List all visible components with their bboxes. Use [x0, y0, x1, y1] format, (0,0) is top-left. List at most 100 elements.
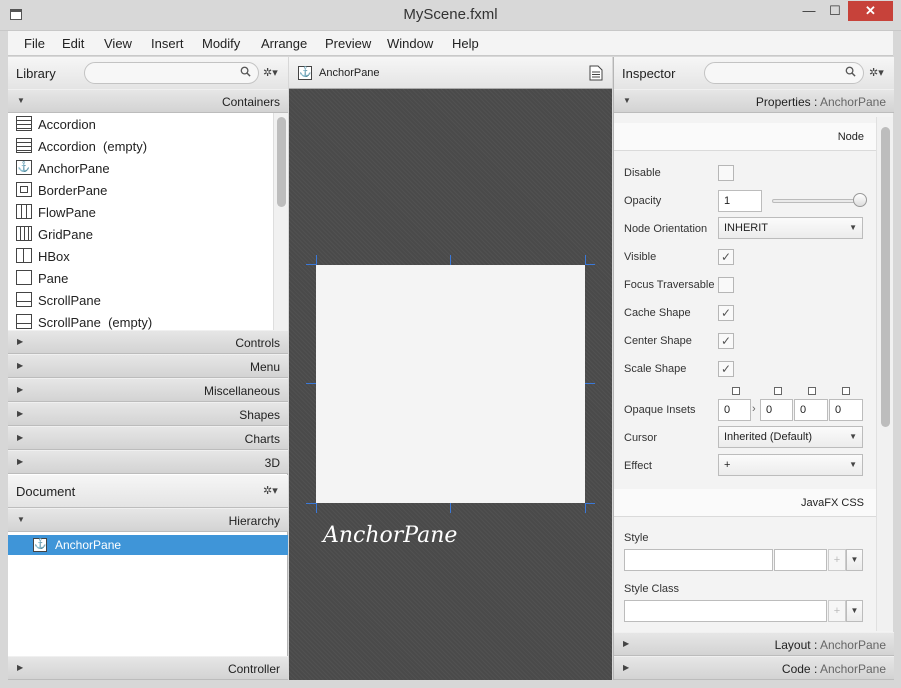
selection-handle[interactable]	[306, 264, 316, 265]
menu-window[interactable]: Window	[387, 36, 433, 51]
library-item-hbox[interactable]: HBox	[8, 245, 273, 267]
inspector-section-code[interactable]: ▶ Code : AnchorPane	[614, 656, 894, 680]
inset-link-icon[interactable]	[808, 387, 816, 395]
menu-insert[interactable]: Insert	[151, 36, 184, 51]
library-section-3d[interactable]: ▶ 3D	[8, 450, 288, 474]
center-shape-checkbox[interactable]: ✓	[718, 333, 734, 349]
inspector-search-input[interactable]	[704, 62, 864, 84]
scrollbar-thumb[interactable]	[277, 117, 286, 207]
minimize-button[interactable]: —	[796, 1, 822, 21]
inset-top-field[interactable]: 0	[718, 399, 751, 421]
selection-handle[interactable]	[306, 503, 316, 504]
inspector-gear-icon[interactable]: ✲▾	[869, 66, 884, 79]
library-item-borderpane[interactable]: BorderPane	[8, 179, 273, 201]
inspector-section-layout[interactable]: ▶ Layout : AnchorPane	[614, 632, 894, 656]
library-section-shapes[interactable]: ▶ Shapes	[8, 402, 288, 426]
disable-checkbox[interactable]	[718, 165, 734, 181]
library-scrollbar[interactable]	[273, 113, 288, 330]
node-subsection-header: Node	[614, 123, 876, 151]
maximize-button[interactable]: ☐	[822, 1, 848, 21]
menu-help[interactable]: Help	[452, 36, 479, 51]
menu-view[interactable]: View	[104, 36, 132, 51]
library-section-miscellaneous[interactable]: ▶ Miscellaneous	[8, 378, 288, 402]
cache-shape-checkbox[interactable]: ✓	[718, 305, 734, 321]
selection-handle[interactable]	[450, 503, 451, 513]
library-item-pane[interactable]: Pane	[8, 267, 273, 289]
inset-link-icon[interactable]	[732, 387, 740, 395]
selection-handle[interactable]	[585, 383, 595, 384]
scale-shape-label: Scale Shape	[624, 363, 687, 375]
opacity-slider-track[interactable]	[772, 199, 860, 203]
node-subsection-label: Node	[837, 131, 864, 143]
selection-handle[interactable]	[316, 503, 317, 513]
chevron-down-icon: ▼	[849, 432, 857, 441]
menu-edit[interactable]: Edit	[62, 36, 84, 51]
inset-link-icon[interactable]	[774, 387, 782, 395]
inset-right-field[interactable]: 0	[760, 399, 793, 421]
inset-bottom-field[interactable]: 0	[794, 399, 828, 421]
style-class-label: Style Class	[624, 583, 680, 595]
expanded-arrow-icon: ▼	[17, 515, 25, 524]
selection-handle[interactable]	[585, 264, 595, 265]
center-shape-label: Center Shape	[624, 335, 692, 347]
menu-modify[interactable]: Modify	[202, 36, 240, 51]
inset-left-field[interactable]: 0	[829, 399, 863, 421]
scale-shape-checkbox[interactable]: ✓	[718, 361, 734, 377]
hierarchy-item-label: AnchorPane	[55, 538, 122, 552]
inspector-scrollbar[interactable]	[876, 117, 893, 631]
library-item-scrollpane[interactable]: ScrollPane	[8, 289, 273, 311]
selection-handle[interactable]	[306, 383, 316, 384]
menu-file[interactable]: File	[24, 36, 45, 51]
effect-value: +	[724, 459, 731, 471]
hierarchy-item-anchorpane[interactable]: ⚓ AnchorPane	[8, 535, 288, 555]
selection-handle[interactable]	[585, 503, 595, 504]
selection-handle[interactable]	[450, 255, 451, 265]
library-item-label: ScrollPane (empty)	[38, 315, 153, 330]
flowpane-icon	[16, 204, 32, 219]
library-search-input[interactable]	[84, 62, 259, 84]
library-item-flowpane[interactable]: FlowPane	[8, 201, 273, 223]
effect-select[interactable]: + ▼	[718, 454, 863, 476]
library-item-accordion-empty[interactable]: Accordion (empty)	[8, 135, 273, 157]
cursor-select[interactable]: Inherited (Default) ▼	[718, 426, 863, 448]
document-section-controller[interactable]: ▶ Controller	[8, 656, 288, 680]
collapsed-arrow-icon: ▶	[17, 409, 24, 418]
library-title: Library	[16, 66, 56, 81]
document-gear-icon[interactable]: ✲▾	[263, 484, 278, 497]
menu-arrange[interactable]: Arrange	[261, 36, 307, 51]
close-button[interactable]: ✕	[848, 1, 893, 21]
style-class-field[interactable]	[624, 600, 827, 622]
library-item-anchorpane[interactable]: ⚓ AnchorPane	[8, 157, 273, 179]
opacity-slider-thumb[interactable]	[853, 193, 867, 207]
library-item-accordion[interactable]: Accordion	[8, 113, 273, 135]
library-section-containers[interactable]: ▼ Containers	[8, 89, 288, 113]
document-icon[interactable]	[589, 65, 603, 81]
selection-handle[interactable]	[316, 255, 317, 265]
library-section-controls[interactable]: ▶ Controls	[8, 330, 288, 354]
library-item-gridpane[interactable]: GridPane	[8, 223, 273, 245]
style-property-field[interactable]	[624, 549, 773, 571]
library-section-menu[interactable]: ▶ Menu	[8, 354, 288, 378]
visible-checkbox[interactable]: ✓	[718, 249, 734, 265]
inset-link-icon[interactable]	[842, 387, 850, 395]
focus-traversable-checkbox[interactable]	[718, 277, 734, 293]
style-add-button[interactable]: +	[828, 549, 846, 571]
inspector-section-properties[interactable]: ▼ Properties : AnchorPane	[614, 89, 894, 113]
library-section-charts[interactable]: ▶ Charts	[8, 426, 288, 450]
library-gear-icon[interactable]: ✲▾	[263, 66, 278, 79]
menu-preview[interactable]: Preview	[325, 36, 371, 51]
document-section-hierarchy[interactable]: ▼ Hierarchy	[8, 508, 288, 532]
style-value-field[interactable]	[774, 549, 827, 571]
node-orientation-select[interactable]: INHERIT ▼	[718, 217, 863, 239]
collapsed-arrow-icon: ▶	[17, 663, 24, 672]
selection-handle[interactable]	[585, 503, 586, 513]
style-class-add-button[interactable]: +	[828, 600, 846, 622]
breadcrumb-anchorpane[interactable]: AnchorPane	[319, 67, 380, 79]
anchorpane-canvas[interactable]	[316, 265, 585, 503]
collapsed-arrow-icon: ▶	[17, 385, 24, 394]
opacity-field[interactable]: 1	[718, 190, 762, 212]
style-class-menu-button[interactable]: ▼	[846, 600, 863, 622]
section-label: Hierarchy	[228, 514, 280, 528]
style-menu-button[interactable]: ▼	[846, 549, 863, 571]
scrollbar-thumb[interactable]	[881, 127, 890, 427]
